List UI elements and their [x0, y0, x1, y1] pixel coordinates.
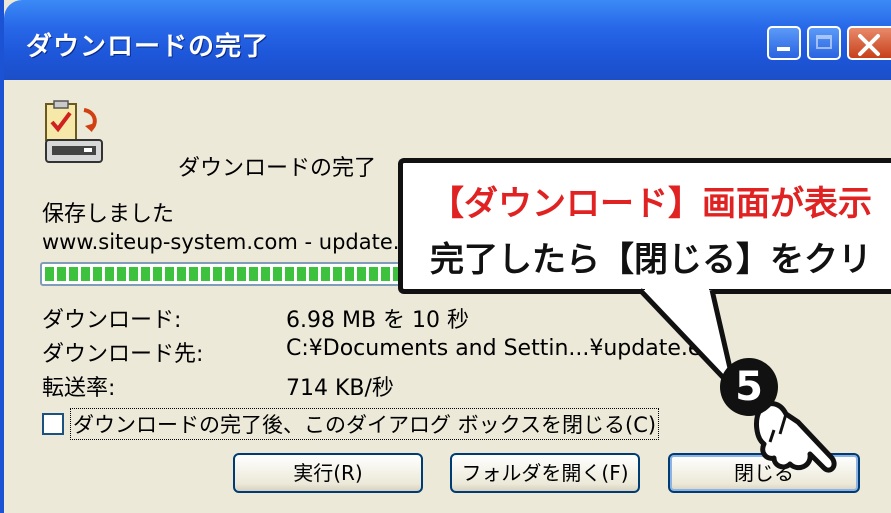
downloaded-value: 6.98 MB を 10 秒	[286, 308, 470, 333]
callout-line-2: 完了したら【閉じる】をクリ	[430, 240, 872, 280]
close-on-complete-label[interactable]: ダウンロードの完了後、このダイアログ ボックスを閉じる(C)	[70, 408, 660, 440]
close-icon	[858, 34, 880, 56]
close-window-button[interactable]	[847, 26, 891, 60]
source-text: www.siteup-system.com - update.	[42, 230, 400, 254]
destination-value: C:¥Documents and Settin...¥update.exe	[286, 336, 727, 361]
step-number-badge: 5	[720, 358, 778, 416]
dialog-heading: ダウンロードの完了	[178, 156, 377, 181]
maximize-button[interactable]	[807, 26, 841, 60]
transfer-rate-value: 714 KB/秒	[286, 376, 394, 401]
callout-line-1: 【ダウンロード】画面が表示	[430, 184, 872, 224]
status-text: 保存しました	[42, 202, 175, 227]
transfer-rate-label: 転送率:	[42, 376, 116, 401]
downloaded-label: ダウンロード:	[42, 308, 182, 333]
download-complete-icon	[45, 100, 103, 163]
window-title: ダウンロードの完了	[26, 32, 270, 62]
destination-label: ダウンロード先:	[42, 342, 204, 367]
close-on-complete-checkbox[interactable]	[42, 413, 64, 435]
run-button[interactable]: 実行(R)	[233, 453, 423, 493]
title-bar[interactable]: ダウンロードの完了	[4, 0, 891, 80]
open-folder-button[interactable]: フォルダを開く(F)	[450, 453, 640, 493]
minimize-button[interactable]	[767, 26, 801, 60]
